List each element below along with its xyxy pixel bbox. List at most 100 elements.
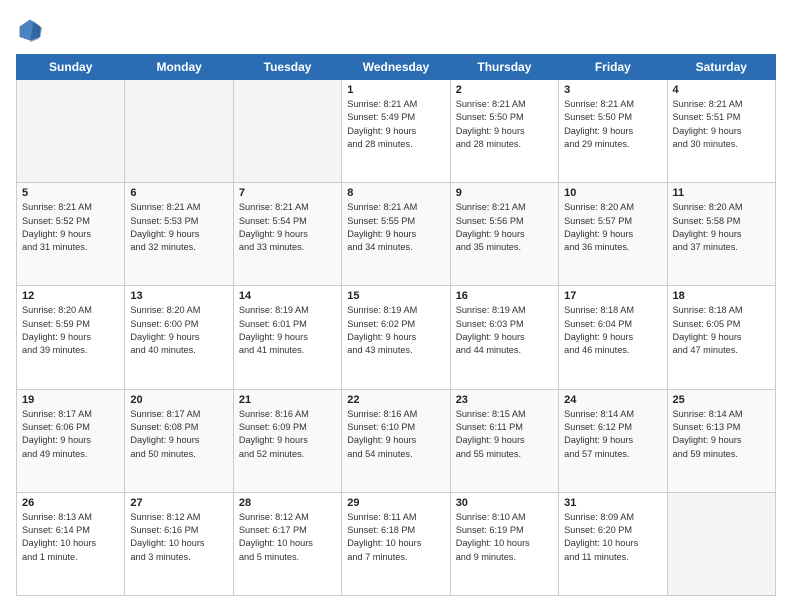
empty-cell	[125, 80, 233, 183]
weekday-header-row: SundayMondayTuesdayWednesdayThursdayFrid…	[17, 55, 776, 80]
day-cell-4: 4 Sunrise: 8:21 AM Sunset: 5:51 PM Daylig…	[667, 80, 775, 183]
day-number: 24	[564, 394, 661, 406]
day-cell-26: 26 Sunrise: 8:13 AM Sunset: 6:14 PM Dayli…	[17, 492, 125, 595]
day-number: 11	[673, 187, 770, 199]
day-info: Sunrise: 8:17 AM Sunset: 6:08 PM Dayligh…	[130, 408, 227, 461]
day-number: 5	[22, 187, 119, 199]
day-number: 15	[347, 290, 444, 302]
day-cell-17: 17 Sunrise: 8:18 AM Sunset: 6:04 PM Dayli…	[559, 286, 667, 389]
day-number: 28	[239, 497, 336, 509]
day-info: Sunrise: 8:21 AM Sunset: 5:50 PM Dayligh…	[564, 98, 661, 151]
day-cell-20: 20 Sunrise: 8:17 AM Sunset: 6:08 PM Dayli…	[125, 389, 233, 492]
day-info: Sunrise: 8:21 AM Sunset: 5:54 PM Dayligh…	[239, 201, 336, 254]
day-cell-6: 6Sunrise: 8:21 AM Sunset: 5:53 PM Daylig…	[125, 183, 233, 286]
weekday-header-tuesday: Tuesday	[233, 55, 341, 80]
day-number: 8	[347, 187, 444, 199]
day-cell-15: 15 Sunrise: 8:19 AM Sunset: 6:02 PM Dayli…	[342, 286, 450, 389]
day-info: Sunrise: 8:15 AM Sunset: 6:11 PM Dayligh…	[456, 408, 553, 461]
day-cell-12: 12 Sunrise: 8:20 AM Sunset: 5:59 PM Dayli…	[17, 286, 125, 389]
day-number: 23	[456, 394, 553, 406]
day-number: 7	[239, 187, 336, 199]
day-number: 2	[456, 84, 553, 96]
day-cell-14: 14Sunrise: 8:19 AM Sunset: 6:01 PM Dayli…	[233, 286, 341, 389]
day-info: Sunrise: 8:19 AM Sunset: 6:03 PM Dayligh…	[456, 304, 553, 357]
logo	[16, 16, 48, 44]
day-info: Sunrise: 8:14 AM Sunset: 6:12 PM Dayligh…	[564, 408, 661, 461]
day-cell-5: 5 Sunrise: 8:21 AM Sunset: 5:52 PM Daylig…	[17, 183, 125, 286]
day-number: 3	[564, 84, 661, 96]
day-cell-9: 9Sunrise: 8:21 AM Sunset: 5:56 PM Daylig…	[450, 183, 558, 286]
day-number: 4	[673, 84, 770, 96]
day-number: 9	[456, 187, 553, 199]
day-cell-7: 7 Sunrise: 8:21 AM Sunset: 5:54 PM Daylig…	[233, 183, 341, 286]
day-cell-21: 21Sunrise: 8:16 AM Sunset: 6:09 PM Dayli…	[233, 389, 341, 492]
day-info: Sunrise: 8:11 AM Sunset: 6:18 PM Dayligh…	[347, 511, 444, 564]
weekday-header-wednesday: Wednesday	[342, 55, 450, 80]
empty-cell	[17, 80, 125, 183]
day-info: Sunrise: 8:18 AM Sunset: 6:05 PM Dayligh…	[673, 304, 770, 357]
day-cell-28: 28 Sunrise: 8:12 AM Sunset: 6:17 PM Dayli…	[233, 492, 341, 595]
day-info: Sunrise: 8:13 AM Sunset: 6:14 PM Dayligh…	[22, 511, 119, 564]
week-row-5: 26 Sunrise: 8:13 AM Sunset: 6:14 PM Dayli…	[17, 492, 776, 595]
day-cell-23: 23 Sunrise: 8:15 AM Sunset: 6:11 PM Dayli…	[450, 389, 558, 492]
day-info: Sunrise: 8:16 AM Sunset: 6:09 PM Dayligh…	[239, 408, 336, 461]
day-info: Sunrise: 8:17 AM Sunset: 6:06 PM Dayligh…	[22, 408, 119, 461]
day-info: Sunrise: 8:21 AM Sunset: 5:51 PM Dayligh…	[673, 98, 770, 151]
logo-icon	[16, 16, 44, 44]
day-info: Sunrise: 8:21 AM Sunset: 5:55 PM Dayligh…	[347, 201, 444, 254]
day-number: 20	[130, 394, 227, 406]
day-number: 31	[564, 497, 661, 509]
day-number: 12	[22, 290, 119, 302]
weekday-header-monday: Monday	[125, 55, 233, 80]
day-cell-11: 11 Sunrise: 8:20 AM Sunset: 5:58 PM Dayli…	[667, 183, 775, 286]
weekday-header-thursday: Thursday	[450, 55, 558, 80]
day-info: Sunrise: 8:20 AM Sunset: 6:00 PM Dayligh…	[130, 304, 227, 357]
day-cell-24: 24 Sunrise: 8:14 AM Sunset: 6:12 PM Dayli…	[559, 389, 667, 492]
day-info: Sunrise: 8:21 AM Sunset: 5:52 PM Dayligh…	[22, 201, 119, 254]
day-number: 18	[673, 290, 770, 302]
day-cell-29: 29 Sunrise: 8:11 AM Sunset: 6:18 PM Dayli…	[342, 492, 450, 595]
day-info: Sunrise: 8:20 AM Sunset: 5:59 PM Dayligh…	[22, 304, 119, 357]
day-number: 30	[456, 497, 553, 509]
day-info: Sunrise: 8:12 AM Sunset: 6:17 PM Dayligh…	[239, 511, 336, 564]
page: SundayMondayTuesdayWednesdayThursdayFrid…	[0, 0, 792, 612]
day-number: 16	[456, 290, 553, 302]
day-info: Sunrise: 8:20 AM Sunset: 5:58 PM Dayligh…	[673, 201, 770, 254]
weekday-header-saturday: Saturday	[667, 55, 775, 80]
empty-cell	[233, 80, 341, 183]
day-number: 6	[130, 187, 227, 199]
day-number: 14	[239, 290, 336, 302]
day-info: Sunrise: 8:14 AM Sunset: 6:13 PM Dayligh…	[673, 408, 770, 461]
week-row-1: 1Sunrise: 8:21 AM Sunset: 5:49 PM Daylig…	[17, 80, 776, 183]
day-cell-18: 18 Sunrise: 8:18 AM Sunset: 6:05 PM Dayli…	[667, 286, 775, 389]
day-number: 13	[130, 290, 227, 302]
day-cell-3: 3 Sunrise: 8:21 AM Sunset: 5:50 PM Daylig…	[559, 80, 667, 183]
day-cell-8: 8 Sunrise: 8:21 AM Sunset: 5:55 PM Daylig…	[342, 183, 450, 286]
day-info: Sunrise: 8:21 AM Sunset: 5:49 PM Dayligh…	[347, 98, 444, 151]
day-cell-16: 16 Sunrise: 8:19 AM Sunset: 6:03 PM Dayli…	[450, 286, 558, 389]
day-cell-22: 22Sunrise: 8:16 AM Sunset: 6:10 PM Dayli…	[342, 389, 450, 492]
day-number: 17	[564, 290, 661, 302]
day-info: Sunrise: 8:21 AM Sunset: 5:50 PM Dayligh…	[456, 98, 553, 151]
day-cell-25: 25 Sunrise: 8:14 AM Sunset: 6:13 PM Dayli…	[667, 389, 775, 492]
weekday-header-friday: Friday	[559, 55, 667, 80]
weekday-header-sunday: Sunday	[17, 55, 125, 80]
week-row-2: 5 Sunrise: 8:21 AM Sunset: 5:52 PM Daylig…	[17, 183, 776, 286]
day-info: Sunrise: 8:19 AM Sunset: 6:02 PM Dayligh…	[347, 304, 444, 357]
day-number: 19	[22, 394, 119, 406]
day-number: 10	[564, 187, 661, 199]
header	[16, 16, 776, 44]
day-info: Sunrise: 8:18 AM Sunset: 6:04 PM Dayligh…	[564, 304, 661, 357]
day-number: 27	[130, 497, 227, 509]
day-number: 22	[347, 394, 444, 406]
calendar-table: SundayMondayTuesdayWednesdayThursdayFrid…	[16, 54, 776, 596]
day-info: Sunrise: 8:10 AM Sunset: 6:19 PM Dayligh…	[456, 511, 553, 564]
empty-cell	[667, 492, 775, 595]
day-cell-30: 30 Sunrise: 8:10 AM Sunset: 6:19 PM Dayli…	[450, 492, 558, 595]
week-row-4: 19 Sunrise: 8:17 AM Sunset: 6:06 PM Dayli…	[17, 389, 776, 492]
day-number: 26	[22, 497, 119, 509]
day-number: 25	[673, 394, 770, 406]
day-number: 29	[347, 497, 444, 509]
day-info: Sunrise: 8:12 AM Sunset: 6:16 PM Dayligh…	[130, 511, 227, 564]
day-cell-31: 31Sunrise: 8:09 AM Sunset: 6:20 PM Dayli…	[559, 492, 667, 595]
